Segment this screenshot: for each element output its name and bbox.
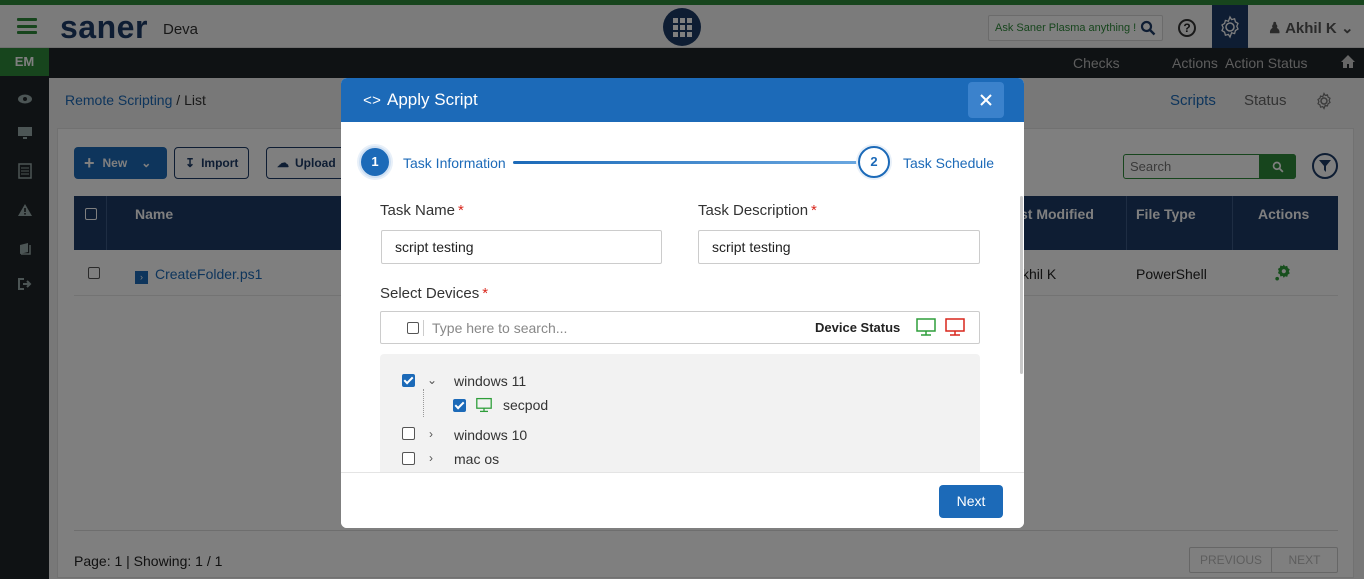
device-search-input[interactable]: Type here to search... — [432, 320, 567, 336]
tree-item-windows-11[interactable]: windows 11 — [454, 373, 526, 389]
task-name-input[interactable]: script testing — [381, 230, 662, 264]
task-description-input[interactable]: script testing — [698, 230, 980, 264]
device-search-bar: Type here to search... Device Status — [380, 311, 980, 344]
modal-header: <> Apply Script — [341, 78, 1024, 122]
chevron-right-icon[interactable]: › — [429, 451, 433, 465]
modal-scrollbar[interactable] — [1020, 196, 1023, 374]
required-mark: * — [482, 285, 489, 302]
step-2-label[interactable]: Task Schedule — [903, 155, 994, 171]
offline-monitor-icon[interactable] — [944, 317, 966, 340]
apply-script-modal: <> Apply Script 1 Task Information 2 Task… — [341, 78, 1024, 528]
next-button[interactable]: Next — [939, 485, 1003, 518]
task-name-label-text: Task Name — [380, 202, 456, 219]
task-description-label: Task Description * — [698, 202, 817, 219]
online-monitor-icon[interactable] — [915, 317, 937, 340]
select-devices-label: Select Devices * — [380, 285, 488, 302]
modal-title: <> Apply Script — [363, 90, 478, 110]
tree-checkbox-windows-11[interactable] — [402, 374, 415, 387]
modal-footer: Next — [341, 472, 1024, 528]
select-all-devices-checkbox[interactable] — [407, 322, 419, 334]
tree-guide-line — [423, 389, 424, 417]
chevron-right-icon[interactable]: › — [429, 427, 433, 441]
code-icon: <> — [363, 93, 382, 110]
close-button[interactable] — [968, 82, 1004, 118]
device-status-label: Device Status — [815, 320, 901, 335]
step-progress-line — [513, 161, 858, 164]
select-devices-label-text: Select Devices — [380, 285, 480, 302]
step-1-indicator[interactable]: 1 — [359, 146, 391, 178]
tree-item-windows-10[interactable]: windows 10 — [454, 427, 527, 443]
step-2-indicator[interactable]: 2 — [858, 146, 890, 178]
modal-title-text: Apply Script — [387, 90, 478, 109]
close-icon — [980, 94, 992, 106]
task-description-label-text: Task Description — [698, 202, 809, 219]
tree-item-secpod[interactable]: secpod — [503, 397, 548, 413]
search-separator — [423, 320, 424, 336]
online-monitor-icon — [475, 397, 493, 416]
required-mark: * — [811, 202, 817, 219]
tree-checkbox-mac-os[interactable] — [402, 452, 415, 465]
task-name-label: Task Name * — [380, 202, 464, 219]
step-1-label[interactable]: Task Information — [403, 155, 506, 171]
tree-checkbox-secpod[interactable] — [453, 399, 466, 412]
tree-item-mac-os[interactable]: mac os — [454, 451, 499, 467]
chevron-down-icon[interactable]: ⌄ — [427, 373, 437, 387]
required-mark: * — [458, 202, 464, 219]
tree-checkbox-windows-10[interactable] — [402, 427, 415, 440]
